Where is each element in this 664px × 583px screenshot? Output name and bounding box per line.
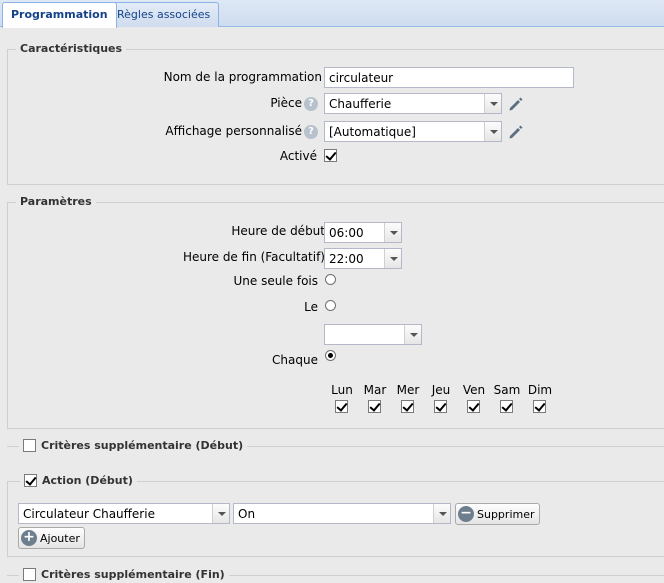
main-panel: Caractéristiques Nom de la programmation… [0,27,664,583]
action-debut-label: Action (Début) [42,474,133,487]
tab-bar: Programmation Règles associées [0,0,664,28]
fieldset-legend: Action (Début) [20,474,137,487]
action-state-value: On [238,507,256,521]
chevron-down-icon[interactable] [484,94,501,113]
day-checkbox-jeu[interactable] [434,400,447,413]
edit-piece-icon[interactable] [507,95,525,113]
fieldset-parametres: Paramètres Heure de début 06:00 Heure de… [7,195,664,429]
day-checkbox-ven[interactable] [467,400,480,413]
action-device-select[interactable]: Circulateur Chaufferie [18,503,230,524]
tab-programmation[interactable]: Programmation [2,2,117,28]
edit-affichage-icon[interactable] [507,123,525,141]
day-label-mar: Mar [363,383,387,397]
action-device-value: Circulateur Chaufferie [23,507,155,521]
tab-label: Programmation [11,8,108,21]
piece-value: Chaufferie [329,97,392,111]
fieldset-legend: Critères supplémentaire (Début) [19,439,248,452]
chevron-down-icon[interactable] [384,249,401,268]
supprimer-button[interactable]: − Supprimer [455,503,540,525]
heure-fin-label: Heure de fin (Facultatif) [182,250,325,264]
nom-label: Nom de la programmation [163,70,322,84]
le-date-select[interactable] [324,324,422,345]
day-checkbox-sam[interactable] [500,400,513,413]
une-seule-fois-radio[interactable] [325,274,336,285]
chevron-down-icon[interactable] [484,122,501,141]
piece-select[interactable]: Chaufferie [324,93,502,114]
fieldset-criteres-debut: Critères supplémentaire (Début) [7,439,664,456]
ajouter-button[interactable]: + Ajouter [18,527,85,549]
help-icon[interactable]: ? [304,97,318,111]
le-radio[interactable] [325,300,336,311]
day-label-mer: Mer [396,383,420,397]
day-checkbox-mer[interactable] [401,400,414,413]
criteres-debut-checkbox[interactable] [23,439,36,452]
fieldset-caracteristiques: Caractéristiques Nom de la programmation… [7,42,664,185]
criteres-debut-label: Critères supplémentaire (Début) [41,439,244,452]
chevron-down-icon[interactable] [433,504,450,523]
criteres-fin-label: Critères supplémentaire (Fin) [41,568,225,581]
day-label-ven: Ven [462,383,486,397]
le-label: Le [304,300,318,314]
fieldset-legend: Paramètres [16,195,96,208]
heure-fin-select[interactable]: 22:00 [324,248,402,269]
tab-label: Règles associées [117,8,211,21]
day-checkbox-mar[interactable] [368,400,381,413]
active-checkbox[interactable] [324,149,337,162]
nom-input[interactable] [324,67,574,88]
affichage-select[interactable]: [Automatique] [324,121,502,142]
heure-debut-label: Heure de début [231,224,325,238]
day-checkbox-lun[interactable] [335,400,348,413]
ajouter-label: Ajouter [40,531,80,545]
heure-debut-value: 06:00 [329,226,364,240]
criteres-fin-checkbox[interactable] [23,568,36,581]
chaque-radio[interactable] [325,350,336,361]
fieldset-criteres-fin: Critères supplémentaire (Fin) [7,568,664,583]
chevron-down-icon[interactable] [404,325,421,344]
day-label-dim: Dim [527,383,553,397]
chaque-label: Chaque [272,353,318,367]
fieldset-action-debut: Action (Début) Circulateur Chaufferie On… [7,474,664,557]
day-label-sam: Sam [493,383,521,397]
fieldset-legend: Caractéristiques [16,42,127,55]
minus-icon: − [458,506,474,522]
day-label-jeu: Jeu [431,383,451,397]
affichage-label: Affichage personnalisé [165,124,302,138]
tab-regles-associees[interactable]: Règles associées [108,2,220,27]
day-label-lun: Lun [331,383,353,397]
fieldset-legend: Critères supplémentaire (Fin) [19,568,229,581]
une-seule-fois-label: Une seule fois [233,274,318,288]
chevron-down-icon[interactable] [212,504,229,523]
supprimer-label: Supprimer [477,507,535,521]
help-icon[interactable]: ? [304,125,318,139]
heure-fin-value: 22:00 [329,252,364,266]
affichage-value: [Automatique] [329,125,416,139]
day-checkbox-dim[interactable] [533,400,546,413]
chevron-down-icon[interactable] [384,223,401,242]
plus-icon: + [21,530,37,546]
action-debut-checkbox[interactable] [24,474,37,487]
heure-debut-select[interactable]: 06:00 [324,222,402,243]
active-label: Activé [279,149,317,163]
action-state-select[interactable]: On [233,503,451,524]
piece-label: Pièce [270,96,302,110]
